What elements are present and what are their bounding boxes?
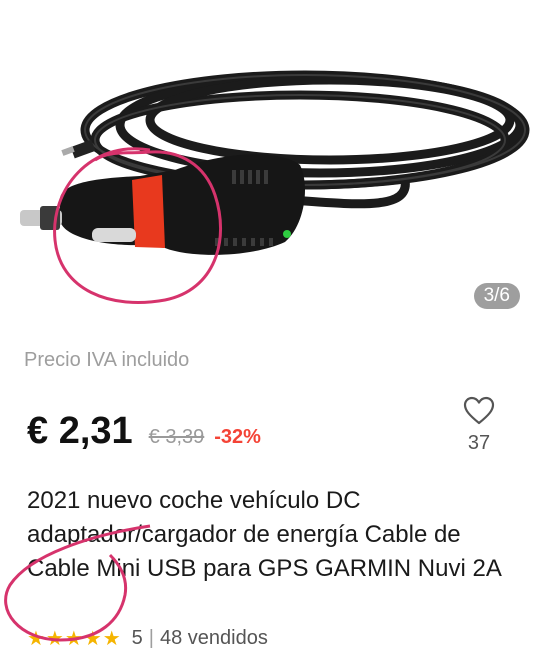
product-image[interactable]: 3/6 xyxy=(0,0,540,320)
price-row: € 2,31 € 3,39 -32% xyxy=(27,410,261,456)
favorites-count: 37 xyxy=(467,432,491,454)
product-title: 2021 nuevo coche vehículo DC adaptador/c… xyxy=(27,487,502,582)
current-price: € 2,31 xyxy=(27,410,133,452)
image-counter: 3/6 xyxy=(473,283,520,309)
original-price: € 3,39 xyxy=(148,426,205,448)
rating-row[interactable]: ★★★★★ 5 | 48 vendidos xyxy=(27,626,268,651)
separator: | xyxy=(148,627,154,649)
rating-value: 5 xyxy=(131,627,143,649)
discount-badge: -32% xyxy=(214,426,261,448)
tax-note: Precio IVA incluido xyxy=(24,349,190,371)
sold-count: 48 vendidos xyxy=(159,627,268,649)
favorite-button[interactable]: 37 xyxy=(454,396,504,455)
star-rating-icon: ★★★★★ xyxy=(27,628,122,650)
heart-icon xyxy=(463,396,495,425)
car-charger-photo xyxy=(20,70,530,304)
